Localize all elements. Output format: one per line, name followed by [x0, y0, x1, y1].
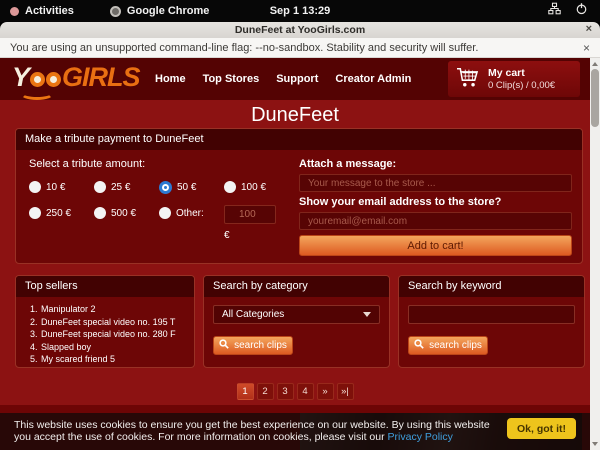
top-sellers-panel: Top sellers Manipulator 2 DuneFeet speci… [15, 275, 195, 368]
pagination: 1 2 3 4 » »| [0, 383, 590, 400]
desktop: Activities Google Chrome Sep 1 13:29 Dun… [0, 0, 600, 450]
logo-o-icon [30, 72, 45, 87]
category-select[interactable]: All Categories [213, 305, 380, 324]
window-title: DuneFeet at YooGirls.com [235, 24, 365, 36]
amount-option-500[interactable]: 500 € [94, 205, 159, 221]
nav-home[interactable]: Home [155, 73, 186, 85]
privacy-policy-link[interactable]: Privacy Policy [388, 431, 453, 443]
nav-creator-admin[interactable]: Creator Admin [335, 73, 411, 85]
top-sellers-header: Top sellers [16, 276, 194, 297]
top-seller-item[interactable]: DuneFeet special video no. 280 F [40, 328, 194, 341]
currency-label: € [224, 230, 289, 241]
scrollbar[interactable] [590, 58, 600, 450]
pagination-button-3[interactable]: 3 [277, 383, 294, 400]
email-input[interactable] [299, 212, 572, 230]
scrollbar-down-arrow[interactable] [592, 442, 598, 446]
warning-close-icon[interactable]: × [583, 41, 600, 55]
category-select-value: All Categories [222, 309, 363, 320]
search-clips-button[interactable]: search clips [213, 336, 293, 355]
radio-icon [94, 207, 106, 219]
top-seller-item[interactable]: DuneFeet special video no. 195 T [40, 316, 194, 329]
tribute-panel-header: Make a tribute payment to DuneFeet [16, 129, 582, 150]
email-label: Show your email address to the store? [299, 196, 572, 208]
add-to-cart-button[interactable]: Add to cart! [299, 235, 572, 256]
logo-smile-icon [20, 87, 54, 100]
pagination-button-2[interactable]: 2 [257, 383, 274, 400]
logo[interactable]: Y GIRLS [12, 62, 162, 96]
top-sellers-list: Manipulator 2 DuneFeet special video no.… [40, 303, 194, 366]
amount-option-25[interactable]: 25 € [94, 179, 159, 195]
scrollbar-thumb[interactable] [591, 69, 599, 127]
radio-icon [29, 181, 41, 193]
chrome-app-icon [110, 6, 121, 17]
cart-button[interactable]: My cart 0 Clip(s) / 0,00€ [448, 61, 580, 97]
search-clips-button[interactable]: search clips [408, 336, 488, 355]
scrollbar-up-arrow[interactable] [592, 62, 598, 66]
pagination-button-4[interactable]: 4 [297, 383, 314, 400]
tribute-panel: Make a tribute payment to DuneFeet Selec… [15, 128, 583, 264]
cart-icon [456, 66, 480, 93]
amount-options: 10 € 25 € 50 € [29, 179, 291, 241]
cookie-accept-button[interactable]: Ok, got it! [507, 418, 576, 439]
amount-label: Select a tribute amount: [29, 158, 291, 170]
main-nav: Home Top Stores Support Creator Admin [155, 58, 411, 100]
top-seller-item[interactable]: Manipulator 2 [40, 303, 194, 316]
top-seller-item[interactable]: My scared friend 5 [40, 353, 194, 366]
chevron-down-icon [363, 312, 371, 317]
browser-viewport: Y GIRLS Home Top Stores Support Creator … [0, 58, 600, 450]
search-category-header: Search by category [204, 276, 389, 297]
top-seller-item[interactable]: Slapped boy [40, 341, 194, 354]
logo-o-icon [46, 72, 61, 87]
page-body: DuneFeet Make a tribute payment to DuneF… [0, 100, 590, 450]
network-icon[interactable] [548, 2, 561, 20]
amount-option-other[interactable]: Other: [159, 205, 224, 221]
page-title: DuneFeet [0, 104, 590, 127]
radio-checked-icon [159, 181, 172, 194]
search-keyword-header: Search by keyword [399, 276, 584, 297]
site-header: Y GIRLS Home Top Stores Support Creator … [0, 58, 590, 100]
radio-icon [29, 207, 41, 219]
cart-summary: 0 Clip(s) / 0,00€ [488, 80, 555, 91]
activities-button[interactable]: Activities [10, 5, 74, 17]
search-icon [219, 339, 229, 352]
message-input[interactable] [299, 174, 572, 192]
amount-option-50-selected[interactable]: 50 € [159, 179, 224, 195]
pagination-last-button[interactable]: »| [337, 383, 354, 400]
activities-label: Activities [25, 5, 74, 17]
radio-icon [159, 207, 171, 219]
message-label: Attach a message: [299, 158, 572, 170]
search-category-panel: Search by category All Categories search… [203, 275, 390, 368]
nav-top-stores[interactable]: Top Stores [203, 73, 260, 85]
warning-bar: You are using an unsupported command-lin… [0, 38, 600, 58]
gnome-top-bar: Activities Google Chrome Sep 1 13:29 [0, 0, 600, 22]
chrome-app-menu[interactable]: Google Chrome [110, 5, 210, 17]
warning-text: You are using an unsupported command-lin… [0, 42, 478, 54]
amount-option-100[interactable]: 100 € [224, 179, 289, 195]
cart-label: My cart [488, 67, 555, 79]
cookie-text: This website uses cookies to ensure you … [0, 420, 495, 443]
window-close-button[interactable]: × [586, 23, 592, 35]
other-amount-input[interactable] [224, 205, 276, 224]
logo-text-girls: GIRLS [62, 62, 140, 93]
window-title-bar: DuneFeet at YooGirls.com × [0, 22, 600, 38]
chrome-app-label: Google Chrome [127, 5, 210, 17]
power-icon[interactable] [575, 2, 588, 20]
pagination-button-1[interactable]: 1 [237, 383, 254, 400]
search-icon [414, 339, 424, 352]
radio-icon [94, 181, 106, 193]
cookie-banner: This website uses cookies to ensure you … [0, 413, 590, 450]
search-keyword-panel: Search by keyword search clips [398, 275, 585, 368]
amount-option-250[interactable]: 250 € [29, 205, 94, 221]
radio-icon [224, 181, 236, 193]
pagination-next-button[interactable]: » [317, 383, 334, 400]
nav-support[interactable]: Support [276, 73, 318, 85]
keyword-input[interactable] [408, 305, 575, 324]
activities-indicator-icon [10, 7, 19, 16]
amount-option-10[interactable]: 10 € [29, 179, 94, 195]
